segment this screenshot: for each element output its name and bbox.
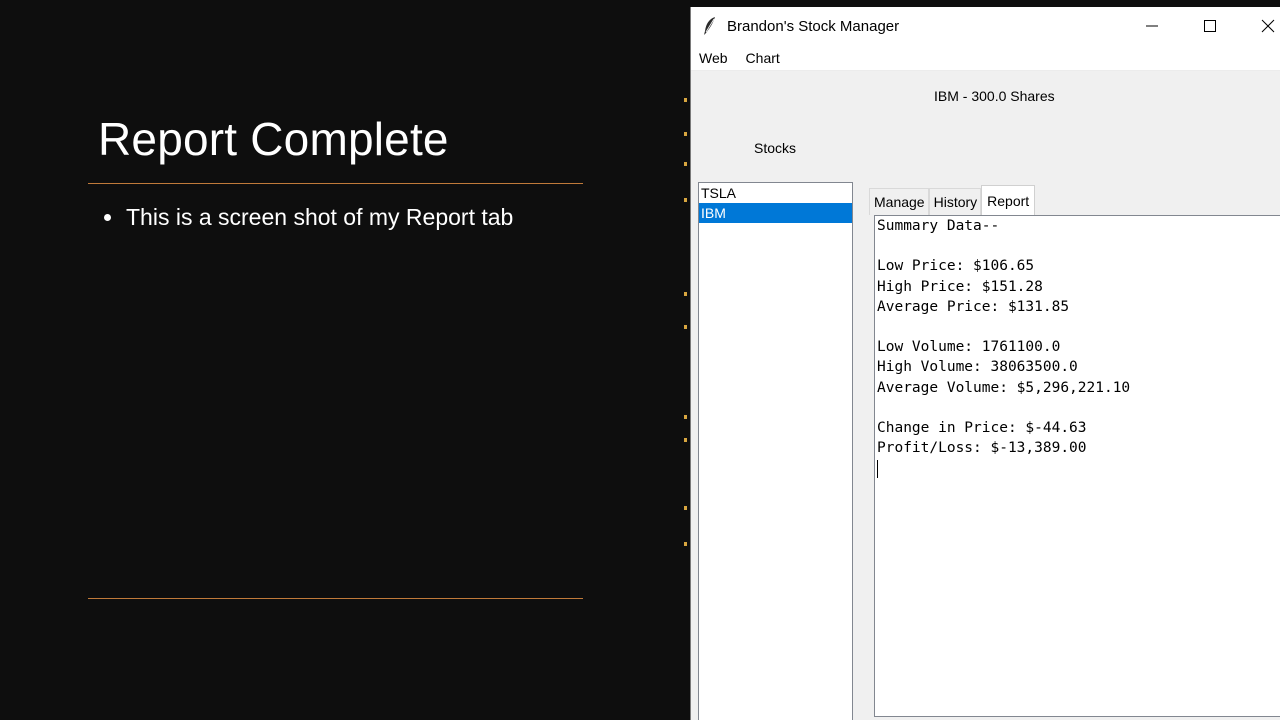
maximize-button[interactable] xyxy=(1187,7,1233,45)
stock-listbox[interactable]: TSLA IBM xyxy=(698,182,853,720)
report-line: Change in Price: $-44.63 xyxy=(877,419,1087,436)
bullet-item: This is a screen shot of my Report tab xyxy=(104,204,513,231)
report-line: Low Price: $106.65 xyxy=(877,258,1035,275)
report-line: Average Volume: $5,296,221.10 xyxy=(877,379,1131,396)
window-title: Brandon's Stock Manager xyxy=(727,17,900,35)
report-line: High Price: $151.28 xyxy=(877,278,1043,295)
report-line: Low Volume: 1761100.0 xyxy=(877,339,1061,356)
bullet-text: This is a screen shot of my Report tab xyxy=(126,204,514,230)
menu-bar: Web Chart xyxy=(691,45,1280,71)
report-text-area[interactable]: Summary Data-- Low Price: $106.65 High P… xyxy=(874,215,1280,717)
text-cursor xyxy=(877,460,878,479)
tab-history[interactable]: History xyxy=(928,188,982,215)
minimize-button[interactable] xyxy=(1129,7,1175,45)
menu-web[interactable]: Web xyxy=(691,50,737,66)
app-window: Brandon's Stock Manager Web Chart IBM - … xyxy=(690,7,1280,720)
title-bar[interactable]: Brandon's Stock Manager xyxy=(691,7,1280,45)
report-line: Profit/Loss: $-13,389.00 xyxy=(877,440,1087,457)
footer-divider xyxy=(88,598,583,599)
bullet-dot-icon xyxy=(104,214,111,221)
edge-artifacts xyxy=(684,95,687,565)
report-line xyxy=(875,398,1280,418)
report-line: Average Price: $131.85 xyxy=(877,298,1070,315)
report-line: Summary Data-- xyxy=(877,218,1000,234)
report-line xyxy=(875,317,1280,337)
report-line xyxy=(875,236,1280,256)
maximize-icon xyxy=(1204,20,1216,32)
tab-bar: Manage History Report xyxy=(869,182,1036,216)
stock-item-ibm[interactable]: IBM xyxy=(699,203,852,223)
minimize-icon xyxy=(1146,25,1158,27)
stock-header-label: IBM - 300.0 Shares xyxy=(934,88,1055,104)
title-divider xyxy=(88,183,583,184)
close-icon xyxy=(1261,19,1275,33)
menu-chart[interactable]: Chart xyxy=(737,50,789,66)
tab-report[interactable]: Report xyxy=(981,185,1036,216)
stock-item-tsla[interactable]: TSLA xyxy=(699,183,852,203)
tab-manage[interactable]: Manage xyxy=(869,188,929,215)
close-button[interactable] xyxy=(1245,7,1280,45)
report-line: High Volume: 38063500.0 xyxy=(877,359,1078,376)
feather-icon xyxy=(703,16,719,36)
slide-title: Report Complete xyxy=(98,113,449,165)
stocks-label: Stocks xyxy=(754,140,797,156)
